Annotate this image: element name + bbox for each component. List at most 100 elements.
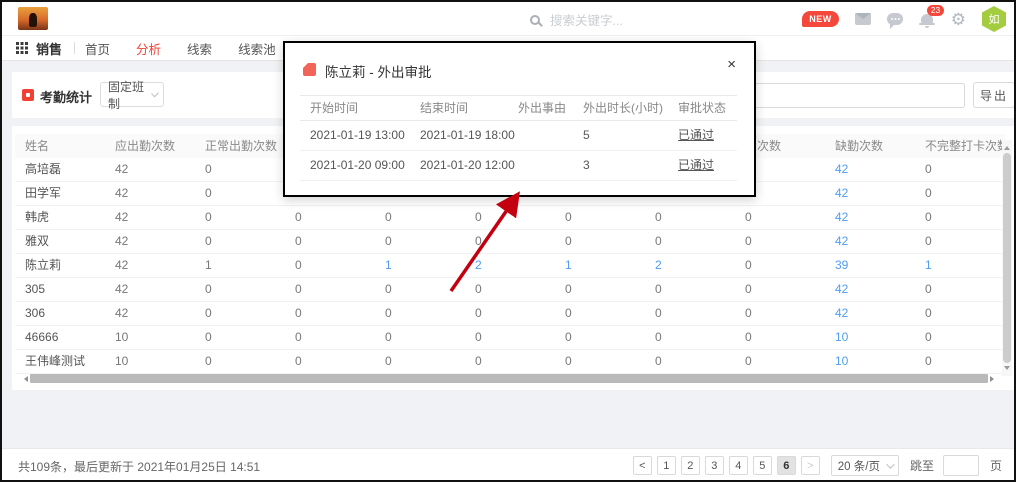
nav-item[interactable]: 首页	[85, 39, 110, 58]
notifications[interactable]: 23	[919, 11, 935, 27]
stat-value: 0	[915, 278, 1005, 301]
vertical-scrollbar[interactable]	[1002, 140, 1012, 376]
page-button[interactable]: 3	[705, 456, 724, 475]
app-logo	[18, 7, 48, 30]
page-title: 考勤统计	[40, 87, 92, 106]
stat-link[interactable]: 42	[825, 278, 915, 301]
page-size-select[interactable]: 20 条/页	[831, 455, 899, 476]
stat-link[interactable]: 1	[375, 254, 465, 277]
table-row: 韩虎420000000420	[15, 206, 1005, 230]
stat-value: 0	[375, 326, 465, 349]
modal-cell	[508, 151, 573, 180]
jump-page-input[interactable]	[943, 455, 979, 476]
modal-column-header: 外出事由	[508, 96, 573, 120]
stat-value: 0	[735, 230, 825, 253]
stat-link[interactable]: 2	[645, 254, 735, 277]
stat-link[interactable]: 42	[825, 302, 915, 325]
stat-link[interactable]: 42	[825, 158, 915, 181]
avatar[interactable]: 如	[982, 6, 1006, 32]
stat-value: 0	[735, 302, 825, 325]
app-grid-icon[interactable]	[16, 42, 28, 54]
nav-item[interactable]: 分析	[136, 39, 161, 58]
stat-value: 0	[285, 254, 375, 277]
global-search[interactable]: 搜索关键字...	[530, 10, 623, 29]
page-button[interactable]: 4	[729, 456, 748, 475]
horizontal-scrollbar[interactable]	[20, 374, 998, 383]
stat-link[interactable]: 39	[825, 254, 915, 277]
employee-name: 韩虎	[15, 206, 105, 229]
table-row: 雅双420000000420	[15, 230, 1005, 254]
approval-status-link[interactable]: 已通过	[668, 121, 737, 150]
next-page-button[interactable]: >	[801, 456, 820, 475]
stat-value: 0	[465, 302, 555, 325]
stat-link[interactable]: 10	[825, 326, 915, 349]
horizontal-scroll-thumb[interactable]	[30, 374, 988, 383]
stat-value: 0	[915, 350, 1005, 373]
page-button[interactable]: 6	[777, 456, 796, 475]
stat-value: 42	[105, 158, 195, 181]
stat-value: 0	[645, 350, 735, 373]
search-icon	[530, 15, 540, 25]
employee-name: 陈立莉	[15, 254, 105, 277]
stat-link[interactable]: 1	[555, 254, 645, 277]
scroll-left-icon[interactable]	[20, 374, 30, 383]
nav-divider	[74, 42, 75, 54]
page-button[interactable]: 5	[753, 456, 772, 475]
stat-value: 42	[105, 278, 195, 301]
shift-type-select[interactable]: 固定班制	[100, 82, 164, 107]
stat-link[interactable]: 2	[465, 254, 555, 277]
stat-value: 0	[375, 230, 465, 253]
nav-item[interactable]: 线索池	[238, 39, 276, 58]
stat-link[interactable]: 42	[825, 206, 915, 229]
page-button[interactable]: 2	[681, 456, 700, 475]
stat-value: 0	[285, 206, 375, 229]
stat-value: 0	[645, 326, 735, 349]
stat-link[interactable]: 1	[915, 254, 1005, 277]
page-size-value: 20 条/页	[838, 458, 880, 474]
column-header: 不完整打卡次数	[915, 134, 1005, 158]
search-placeholder: 搜索关键字...	[550, 10, 623, 29]
stat-value: 0	[285, 302, 375, 325]
outing-approval-modal: 陈立莉 - 外出审批 × 开始时间结束时间外出事由外出时长(小时)审批状态 20…	[283, 41, 756, 197]
stat-link[interactable]: 42	[825, 182, 915, 205]
stat-value: 0	[375, 278, 465, 301]
stat-value: 0	[465, 350, 555, 373]
nav-item[interactable]: 线索	[187, 39, 212, 58]
stat-link[interactable]: 42	[825, 230, 915, 253]
close-icon[interactable]: ×	[727, 57, 736, 72]
screenshot-frame: 搜索关键字... NEW 23 ⚙ 如 销售 首页分析线索线索池客户池联系人 考…	[0, 0, 1016, 482]
export-button[interactable]: 导出	[973, 82, 1015, 108]
stat-value: 0	[195, 182, 285, 205]
table-row: 46666100000000100	[15, 326, 1005, 350]
scroll-down-icon[interactable]	[1004, 366, 1010, 373]
modal-cell: 2021-01-20 09:00	[300, 151, 410, 180]
stat-value: 0	[195, 302, 285, 325]
chevron-down-icon	[886, 460, 894, 468]
stat-value: 0	[645, 278, 735, 301]
vertical-scroll-thumb[interactable]	[1003, 153, 1011, 363]
approval-status-link[interactable]: 已通过	[668, 151, 737, 180]
stat-value: 0	[195, 350, 285, 373]
prev-page-button[interactable]: <	[633, 456, 652, 475]
modal-cell: 2021-01-19 13:00	[300, 121, 410, 150]
gear-icon[interactable]: ⚙	[951, 11, 966, 28]
stat-value: 0	[735, 206, 825, 229]
employee-name: 雅双	[15, 230, 105, 253]
chat-icon[interactable]	[887, 13, 903, 25]
notification-badge: 23	[927, 5, 944, 16]
app-name[interactable]: 销售	[36, 39, 62, 58]
modal-cell: 2021-01-20 12:00	[410, 151, 508, 180]
stat-link[interactable]: 10	[825, 350, 915, 373]
stat-value: 0	[195, 230, 285, 253]
modal-column-header: 外出时长(小时)	[573, 96, 668, 120]
stat-value: 0	[735, 254, 825, 277]
stat-value: 0	[915, 158, 1005, 181]
page-button[interactable]: 1	[657, 456, 676, 475]
modal-table-body: 2021-01-19 13:002021-01-19 18:005已通过2021…	[300, 121, 737, 181]
stat-value: 0	[375, 302, 465, 325]
column-header: 正常出勤次数	[195, 134, 285, 158]
stat-value: 42	[105, 302, 195, 325]
scroll-right-icon[interactable]	[988, 374, 998, 383]
scroll-up-icon[interactable]	[1004, 143, 1010, 150]
mail-icon[interactable]	[855, 13, 871, 25]
